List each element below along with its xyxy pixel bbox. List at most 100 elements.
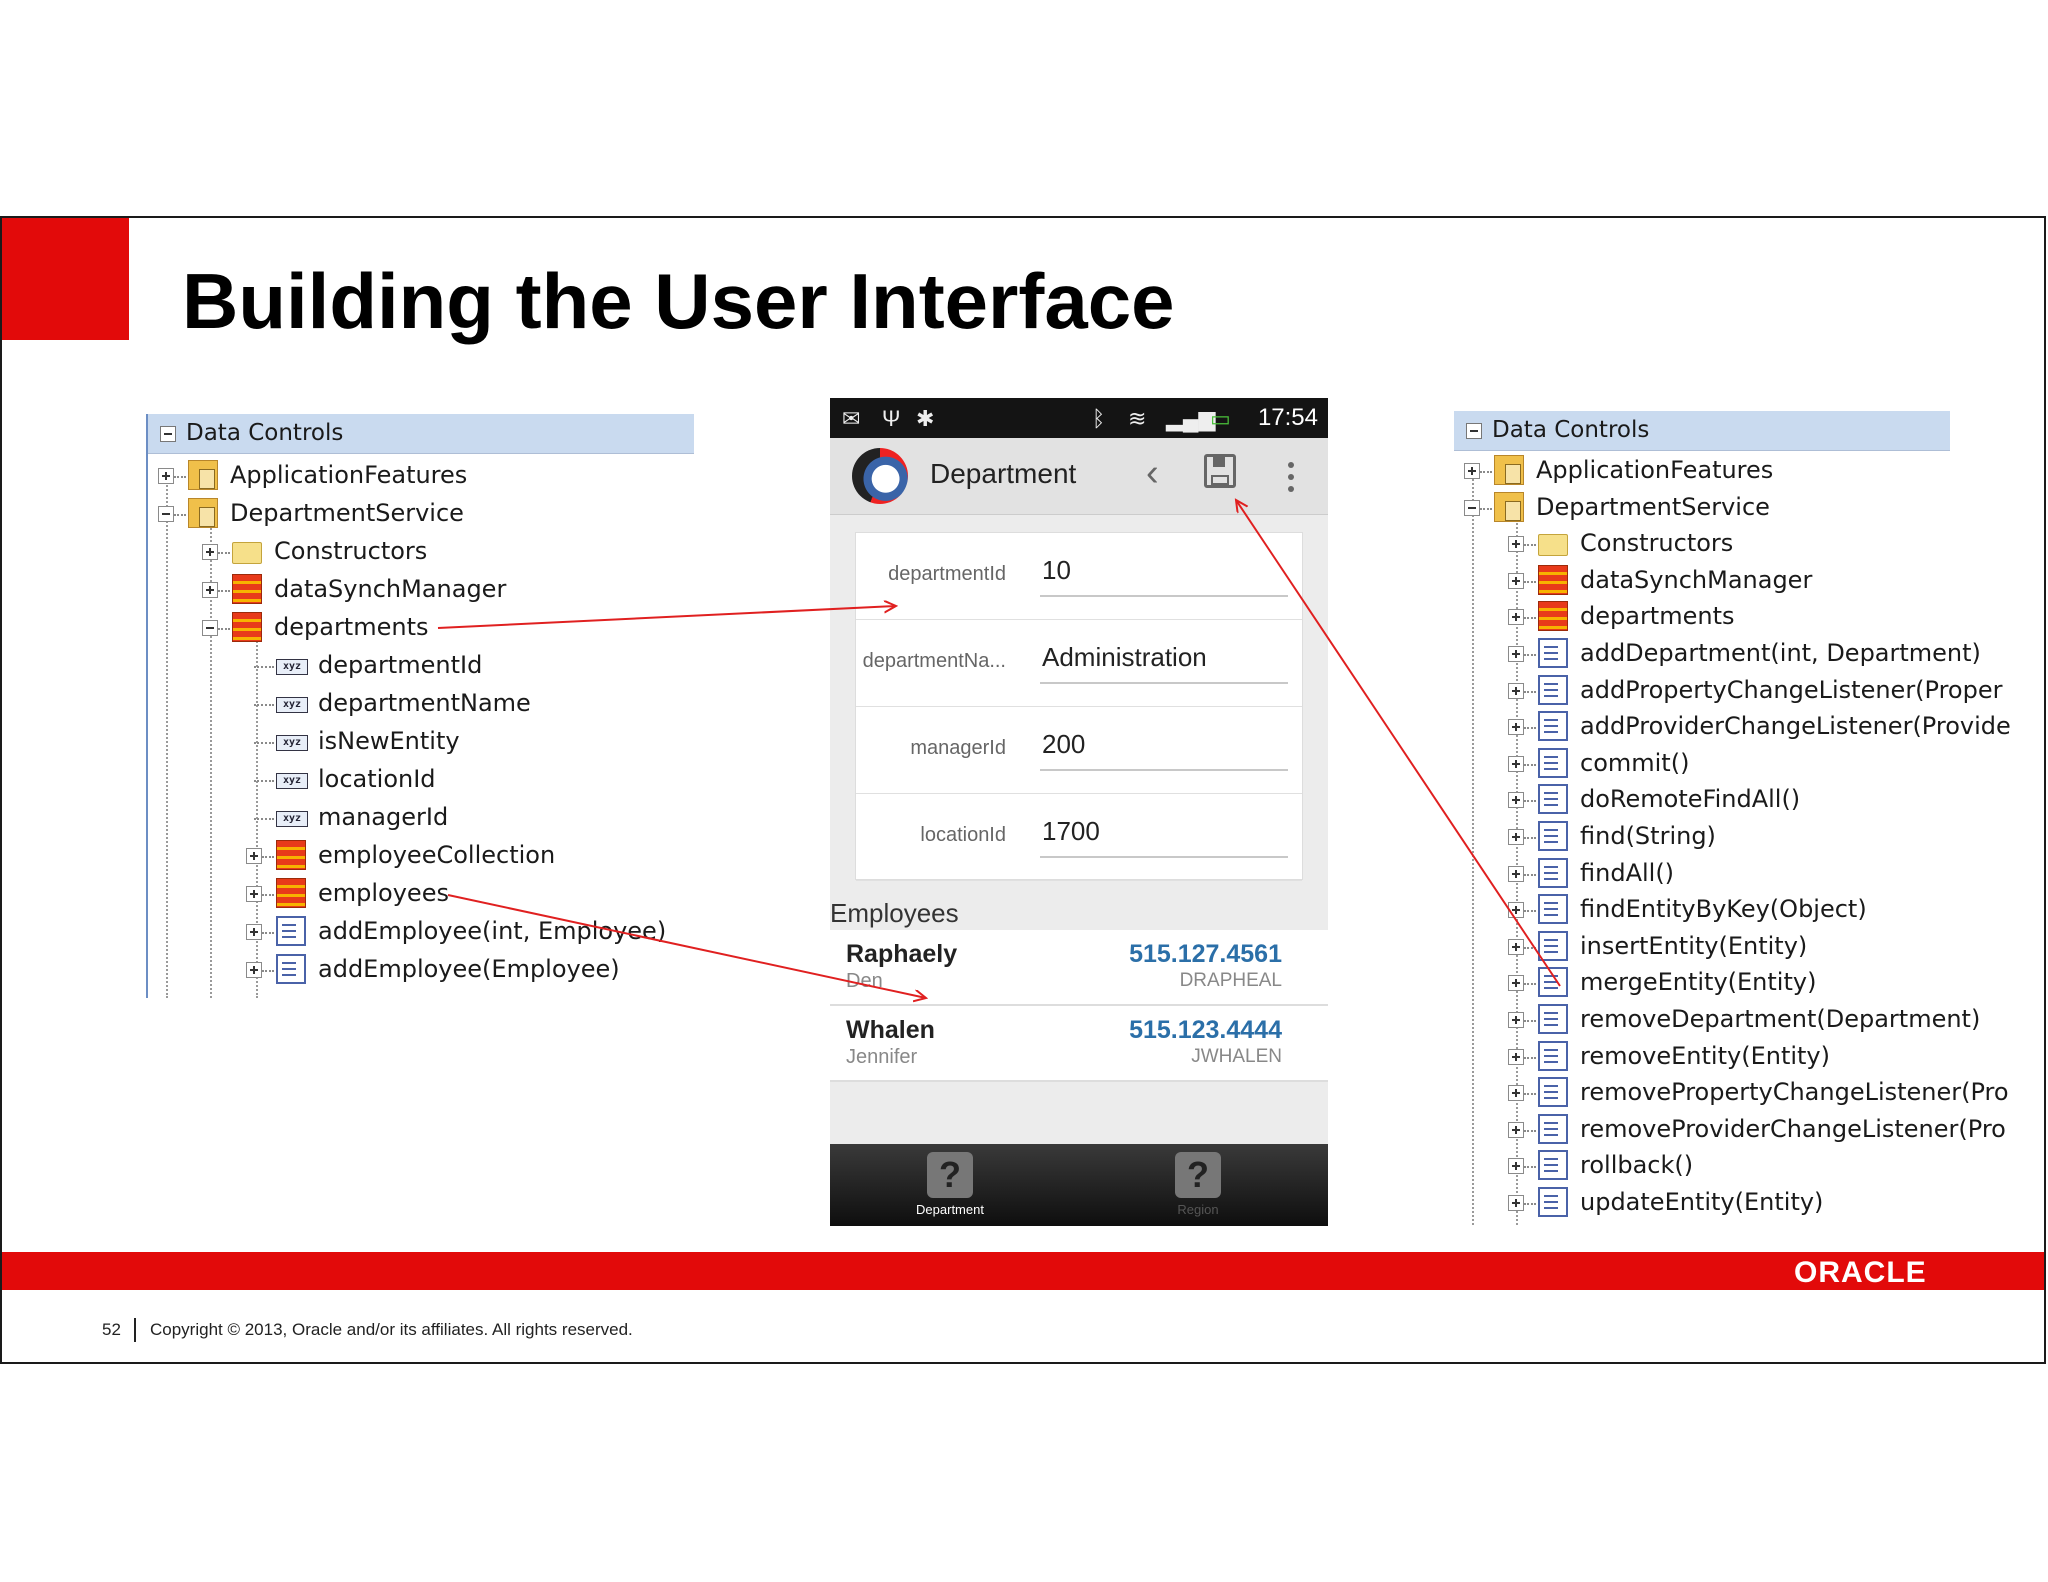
- employee-list-item[interactable]: Whalen Jennifer 515.123.4444 JWHALEN: [830, 1006, 1328, 1082]
- expand-icon[interactable]: [1508, 609, 1524, 626]
- expand-icon[interactable]: [1508, 536, 1524, 553]
- field-value[interactable]: Administration: [1042, 642, 1207, 673]
- tree-item[interactable]: ApplicationFeatures: [1452, 453, 1950, 489]
- expand-icon[interactable]: [1508, 755, 1524, 772]
- expand-icon[interactable]: [1508, 938, 1524, 955]
- collapse-icon[interactable]: [202, 620, 218, 636]
- employee-phone-link[interactable]: 515.127.4561: [1129, 940, 1282, 969]
- tree-connector: [1524, 983, 1536, 986]
- back-chevron-icon[interactable]: ‹: [1146, 452, 1159, 495]
- expand-icon[interactable]: [202, 544, 218, 560]
- tree-item[interactable]: addPropertyChangeListener(Proper: [1452, 673, 2002, 709]
- tree-item[interactable]: employeeCollection: [146, 838, 694, 874]
- employee-phone-link[interactable]: 515.123.4444: [1129, 1016, 1282, 1045]
- tree-item[interactable]: mergeEntity(Entity): [1452, 965, 1950, 1001]
- tree-item[interactable]: removeDepartment(Department): [1452, 1002, 1980, 1038]
- overflow-menu-icon[interactable]: [1288, 462, 1294, 468]
- footer-red-bar: [2, 1252, 2044, 1290]
- method-icon: [1538, 967, 1568, 998]
- tree-item[interactable]: find(String): [1452, 819, 1950, 855]
- tree-item[interactable]: Constructors: [146, 534, 694, 570]
- tree-item[interactable]: dataSynchManager: [1452, 563, 1950, 599]
- tree-item[interactable]: xyz locationId: [146, 762, 694, 798]
- tree-item[interactable]: addEmployee(Employee): [146, 952, 694, 988]
- tree-item[interactable]: rollback(): [1452, 1148, 1950, 1184]
- tree-item[interactable]: xyz departmentId: [146, 648, 694, 684]
- expand-icon[interactable]: [1464, 463, 1480, 479]
- tree-item[interactable]: doRemoteFindAll(): [1452, 782, 1950, 818]
- tree-item[interactable]: addEmployee(int, Employee): [146, 914, 694, 950]
- tree-connector: [262, 894, 274, 896]
- tree-item[interactable]: removePropertyChangeListener(Pro: [1452, 1075, 2009, 1111]
- tree-item-label: ApplicationFeatures: [1536, 456, 1774, 484]
- expand-icon[interactable]: [246, 848, 262, 864]
- expand-icon[interactable]: [246, 886, 262, 902]
- expand-icon[interactable]: [158, 468, 174, 484]
- tree-item[interactable]: DepartmentService: [146, 496, 694, 532]
- employee-last-name: Whalen: [846, 1016, 935, 1044]
- tree-item-label: addProviderChangeListener(Provide: [1580, 712, 2011, 741]
- collapse-icon[interactable]: [160, 426, 176, 442]
- expand-icon[interactable]: [1508, 1121, 1524, 1138]
- tree-item[interactable]: ApplicationFeatures: [146, 458, 694, 494]
- field-value[interactable]: 1700: [1042, 816, 1100, 847]
- tree-item[interactable]: insertEntity(Entity): [1452, 929, 1950, 965]
- collapse-icon[interactable]: [1466, 423, 1482, 439]
- expand-icon[interactable]: [202, 582, 218, 598]
- expand-icon[interactable]: [1508, 829, 1524, 845]
- expand-icon[interactable]: [1508, 902, 1524, 919]
- tree-item-label: find(String): [1580, 822, 1716, 850]
- tree-item[interactable]: updateEntity(Entity): [1452, 1185, 1950, 1221]
- employee-list-item[interactable]: Raphaely Den 515.127.4561 DRAPHEAL: [830, 930, 1328, 1006]
- expand-icon[interactable]: [1508, 1195, 1524, 1211]
- tree-connector: [1524, 1129, 1536, 1132]
- tree-item[interactable]: dataSynchManager: [146, 572, 694, 608]
- tree-item[interactable]: xyz isNewEntity: [146, 724, 694, 760]
- expand-icon[interactable]: [1508, 1012, 1524, 1028]
- tree-item[interactable]: removeProviderChangeListener(Pro: [1452, 1112, 2006, 1148]
- expand-icon[interactable]: [1508, 975, 1524, 992]
- tree-item[interactable]: addProviderChangeListener(Provide: [1452, 709, 2011, 745]
- tree-item[interactable]: employees: [146, 876, 694, 912]
- save-icon[interactable]: [1204, 454, 1236, 488]
- expand-icon[interactable]: [1508, 646, 1524, 662]
- tab-region[interactable]: ? Region: [1108, 1150, 1288, 1226]
- tree-item-label: removeProviderChangeListener(Pro: [1580, 1114, 2006, 1143]
- tree-item[interactable]: departments: [146, 610, 694, 646]
- tree-item[interactable]: commit(): [1452, 746, 1950, 782]
- tree-connector: [1524, 544, 1536, 547]
- expand-icon[interactable]: [1508, 1085, 1524, 1102]
- expand-icon[interactable]: [246, 962, 262, 978]
- tree-item[interactable]: xyz managerId: [146, 800, 694, 836]
- field-value[interactable]: 200: [1042, 729, 1085, 760]
- tree-item[interactable]: findEntityByKey(Object): [1452, 892, 1950, 928]
- expand-icon[interactable]: [1508, 682, 1524, 699]
- field-value[interactable]: 10: [1042, 555, 1071, 586]
- method-icon: [1538, 747, 1568, 778]
- tree-item[interactable]: removeEntity(Entity): [1452, 1039, 1950, 1075]
- expand-icon[interactable]: [246, 924, 262, 940]
- tree-item[interactable]: Constructors: [1452, 526, 1950, 562]
- expand-icon[interactable]: [1508, 1158, 1524, 1175]
- expand-icon[interactable]: [1508, 719, 1524, 736]
- tree-item[interactable]: xyz departmentName: [146, 686, 694, 722]
- field-label: departmentId: [888, 563, 1006, 585]
- tree-item[interactable]: departments: [1452, 599, 1950, 635]
- tree-item[interactable]: findAll(): [1452, 856, 1950, 892]
- tab-department[interactable]: ? Department: [860, 1150, 1040, 1226]
- expand-icon[interactable]: [1508, 572, 1524, 589]
- expand-icon[interactable]: [1508, 865, 1524, 882]
- expand-icon[interactable]: [1508, 792, 1524, 809]
- method-icon: [1538, 1040, 1568, 1071]
- data-controls-header[interactable]: Data Controls: [148, 414, 694, 454]
- data-controls-header[interactable]: Data Controls: [1454, 411, 1950, 451]
- tree-item[interactable]: DepartmentService: [1452, 490, 1950, 526]
- question-icon: ?: [927, 1152, 973, 1198]
- expand-icon[interactable]: [1508, 1048, 1524, 1065]
- tree-connector: [1524, 763, 1536, 766]
- collapse-icon[interactable]: [1464, 499, 1480, 516]
- app-module-icon: [188, 460, 218, 490]
- collapse-icon[interactable]: [158, 506, 174, 522]
- data-controls-header-label: Data Controls: [186, 420, 344, 446]
- tree-item[interactable]: addDepartment(int, Department): [1452, 636, 1981, 672]
